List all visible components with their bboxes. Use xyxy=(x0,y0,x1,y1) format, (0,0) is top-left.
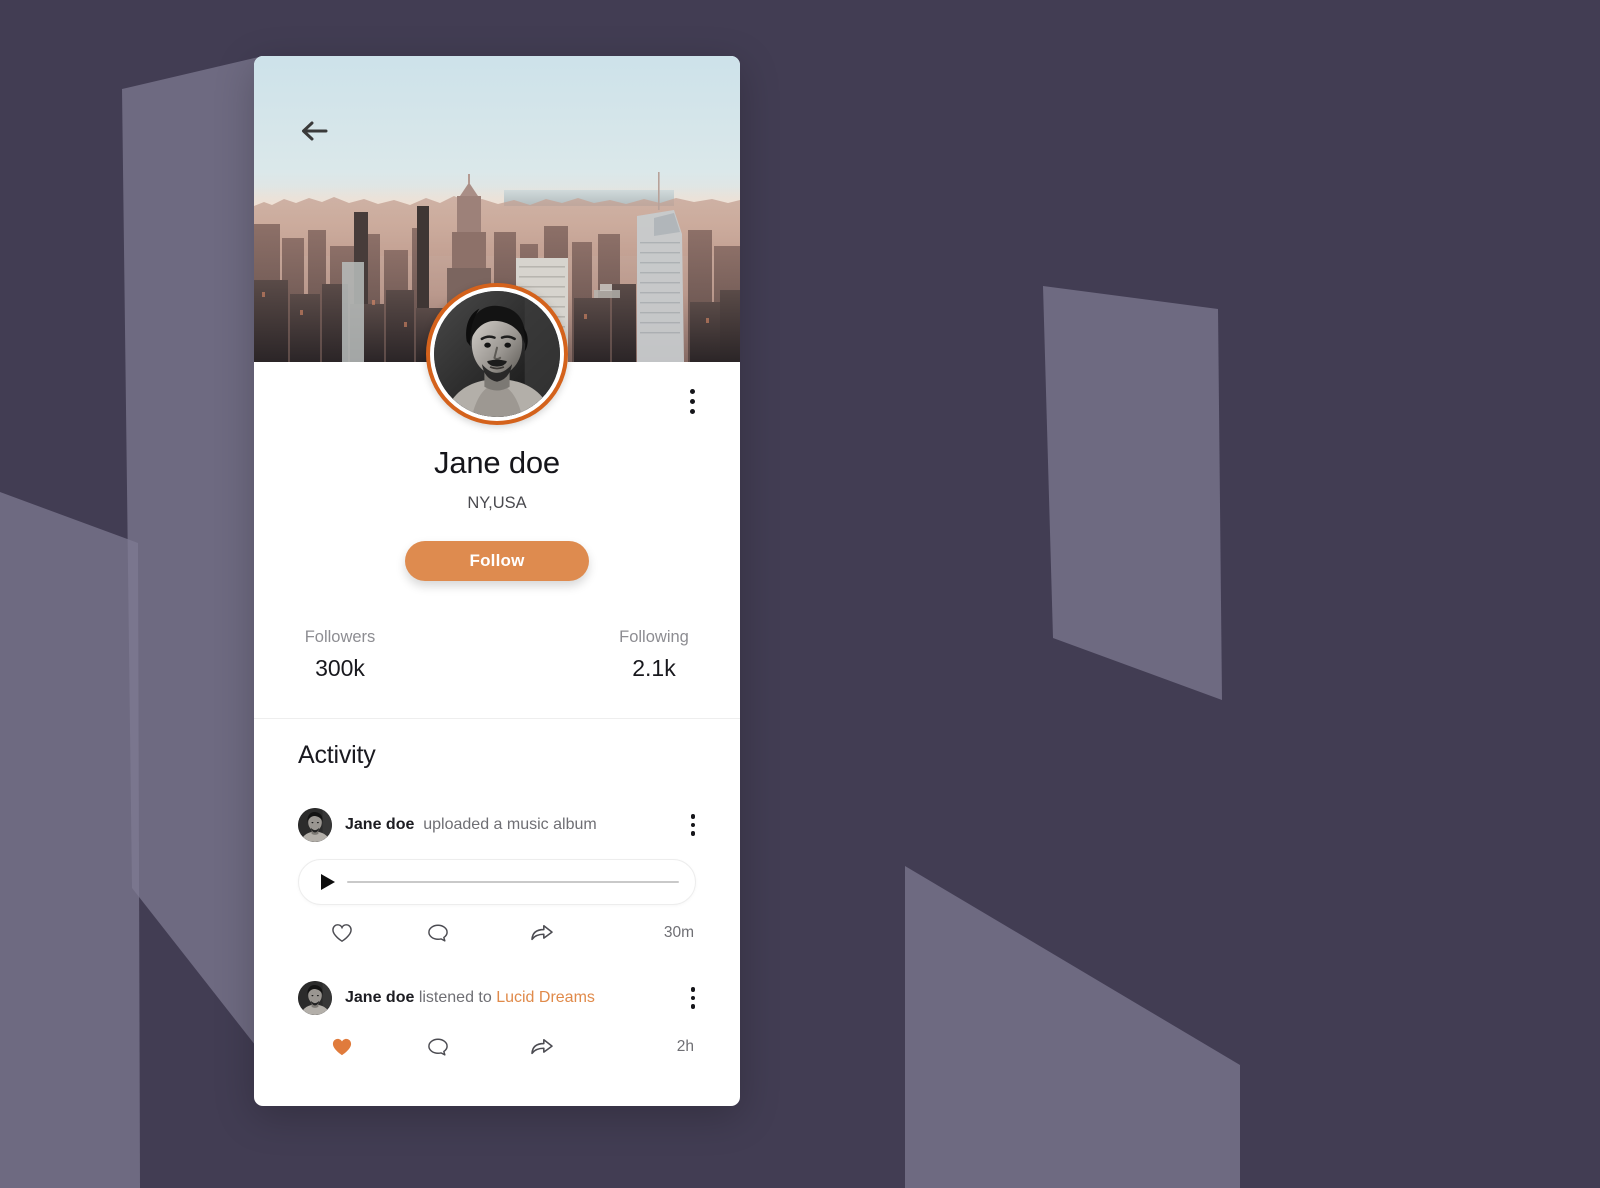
activity-spacer xyxy=(414,816,423,833)
comment-button[interactable] xyxy=(386,923,490,943)
kebab-dot xyxy=(690,987,696,992)
portrait-illustration xyxy=(298,808,332,843)
kebab-dot xyxy=(690,814,696,819)
activity-section: Activity Jane doe uploaded a music album… xyxy=(254,719,740,1057)
activity-user: Jane doe xyxy=(345,816,415,834)
avatar-image xyxy=(434,291,560,417)
bg-shape-left-lower xyxy=(0,492,140,1188)
profile-menu-button[interactable] xyxy=(678,384,706,418)
bg-shape-left-upper xyxy=(122,57,259,1050)
activity-item: Jane doe listened to Lucid Dreams 2h xyxy=(298,943,696,1057)
activity-action: listened to xyxy=(418,989,497,1007)
activity-highlight-link[interactable]: Lucid Dreams xyxy=(496,989,595,1006)
kebab-dot xyxy=(690,822,696,828)
activity-item: Jane doe uploaded a music album 30m xyxy=(298,770,696,943)
portrait-illustration xyxy=(434,291,560,417)
activity-action: uploaded a music album xyxy=(423,816,597,834)
activity-menu-button[interactable] xyxy=(680,810,706,840)
activity-menu-button[interactable] xyxy=(680,983,706,1013)
activity-avatar[interactable] xyxy=(298,808,332,843)
stat-value: 300k xyxy=(315,655,365,682)
comment-bubble-icon xyxy=(428,924,448,942)
stat-label: Following xyxy=(619,628,689,647)
kebab-dot xyxy=(690,831,696,836)
activity-text: Jane doe listened to Lucid Dreams xyxy=(345,989,595,1007)
profile-avatar[interactable] xyxy=(426,283,568,425)
bg-shape-right-middle xyxy=(1043,286,1222,700)
profile-name: Jane doe xyxy=(434,445,560,480)
section-divider xyxy=(254,718,740,720)
background-shapes-svg xyxy=(0,0,1600,1188)
activity-item-header: Jane doe uploaded a music album xyxy=(298,808,696,843)
profile-location: NY,USA xyxy=(467,494,527,513)
kebab-dot xyxy=(690,995,696,1001)
activity-actions: 30m xyxy=(298,923,696,943)
share-button[interactable] xyxy=(490,923,594,943)
kebab-dot xyxy=(689,388,695,394)
activity-avatar[interactable] xyxy=(298,981,332,1016)
activity-actions: 2h xyxy=(298,1037,696,1057)
activity-item-header: Jane doe listened to Lucid Dreams xyxy=(298,981,696,1016)
stat-label: Followers xyxy=(304,628,376,647)
arrow-left-icon xyxy=(302,121,328,141)
comment-bubble-icon xyxy=(428,1038,448,1056)
kebab-dot xyxy=(689,398,695,404)
comment-button[interactable] xyxy=(386,1037,490,1057)
activity-timestamp: 2h xyxy=(676,1038,694,1056)
audio-progress-track[interactable] xyxy=(347,881,679,883)
profile-card: Jane doe NY,USA Follow Followers 300k Fo… xyxy=(254,56,740,1106)
heart-filled-icon xyxy=(332,1038,352,1056)
share-arrow-icon xyxy=(531,1039,553,1055)
kebab-dot xyxy=(690,1004,696,1009)
activity-text: Jane doe uploaded a music album xyxy=(345,816,597,834)
kebab-dot xyxy=(689,408,695,414)
share-arrow-icon xyxy=(531,925,553,941)
play-triangle-icon[interactable] xyxy=(321,874,335,891)
back-button[interactable] xyxy=(298,114,332,148)
activity-title: Activity xyxy=(298,741,376,770)
activity-user: Jane doe xyxy=(345,989,415,1007)
share-button[interactable] xyxy=(490,1037,594,1057)
activity-timestamp: 30m xyxy=(663,924,694,942)
follow-button[interactable]: Follow xyxy=(405,541,589,582)
stat-value: 2.1k xyxy=(632,655,676,682)
stat-followers[interactable]: Followers 300k xyxy=(298,628,382,682)
stat-following[interactable]: Following 2.1k xyxy=(612,628,696,682)
like-button[interactable] xyxy=(298,923,386,943)
heart-outline-icon xyxy=(332,924,352,943)
background-decoration xyxy=(0,0,1600,1188)
audio-player[interactable] xyxy=(298,859,696,906)
portrait-illustration xyxy=(298,981,332,1016)
like-button[interactable] xyxy=(298,1037,386,1057)
profile-stats: Followers 300k Following 2.1k xyxy=(254,581,740,682)
